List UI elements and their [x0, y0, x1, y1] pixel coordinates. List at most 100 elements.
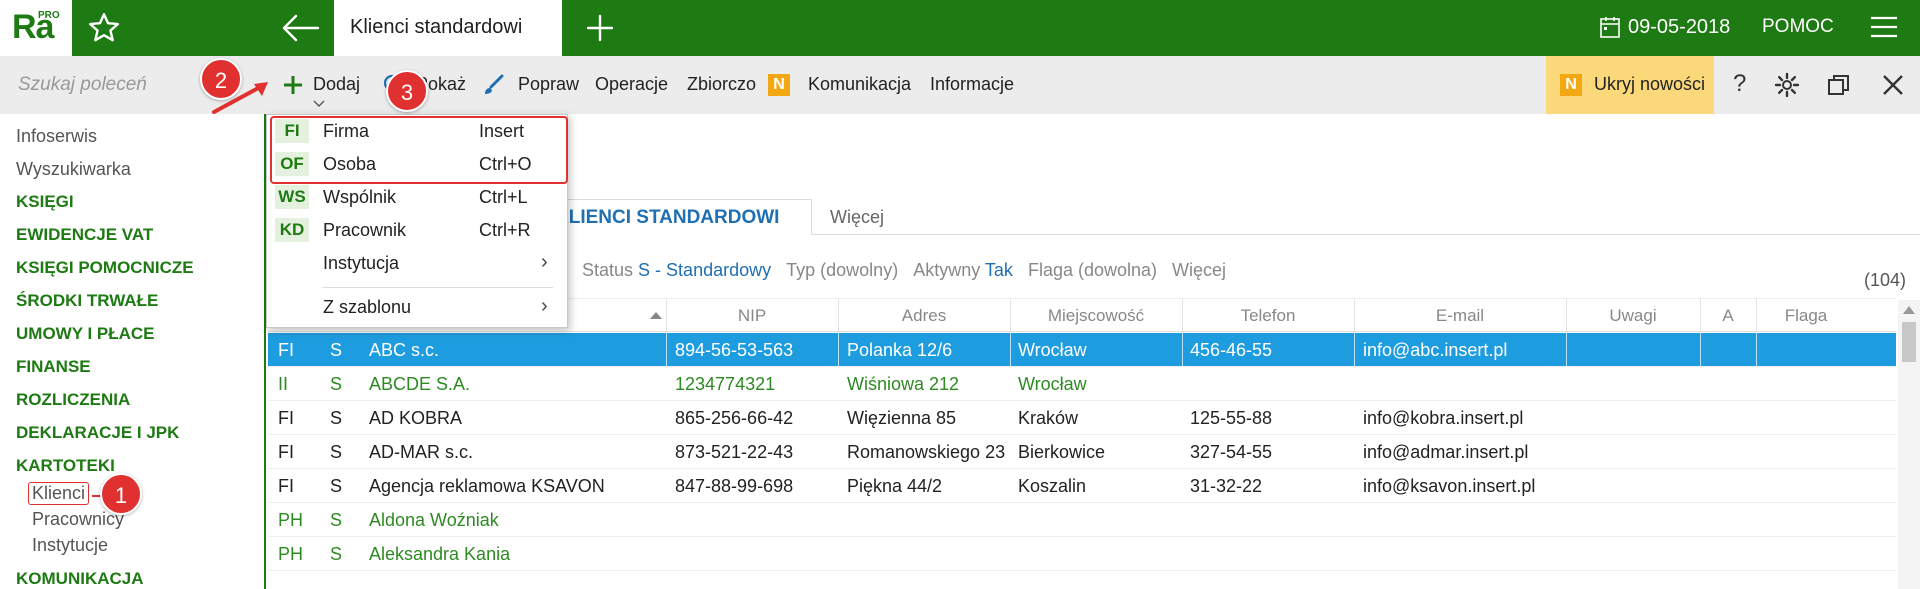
cell-s: S [330, 544, 343, 564]
col-miejscowosc[interactable]: Miejscowość [1010, 306, 1182, 326]
back-arrow-icon[interactable] [278, 12, 322, 44]
cell-city: Koszalin [1018, 476, 1087, 496]
col-adres[interactable]: Adres [838, 306, 1010, 326]
table-row[interactable]: FI S Agencja reklamowa KSAVON 847-88-99-698… [268, 469, 1896, 503]
new-badge: N [768, 74, 790, 96]
calendar-icon [1600, 17, 1620, 38]
table-row[interactable]: FI S ABC s.c. 894-56-53-563 Polanka 12/6 Wroc… [268, 333, 1896, 367]
cell-city: Bierkowice [1018, 442, 1106, 462]
chevron-down-icon [313, 100, 325, 107]
menu-item-shortcut: Ctrl+L [479, 187, 528, 207]
menu-code-badge: KD [275, 218, 309, 242]
menu-divider [323, 287, 553, 288]
cell-addr: Więzienna 85 [847, 408, 957, 428]
sidebar-item-ksiegi[interactable]: KSIĘGI [16, 192, 74, 212]
submenu-chevron-icon: › [541, 251, 548, 273]
col-uwagi[interactable]: Uwagi [1566, 306, 1700, 326]
filter-bar: Status S - Standardowy Typ (dowolny) Akt… [582, 260, 1226, 281]
tab-more[interactable]: Więcej [830, 207, 884, 228]
tab-klienci-standardowi[interactable]: Klienci standardowi [334, 0, 562, 56]
logo-sup: PRO [38, 10, 60, 21]
cell-separator [1700, 333, 1701, 367]
zbiorczo-button[interactable]: Zbiorczo [687, 74, 756, 95]
komunikacja-button[interactable]: Komunikacja [808, 74, 911, 95]
table-row[interactable]: FI S AD KOBRA 865-256-66-42 Więzienna 85 Krak… [268, 401, 1896, 435]
col-a[interactable]: A [1700, 306, 1756, 326]
new-tab-plus-icon[interactable] [584, 12, 616, 44]
cell-separator [1182, 333, 1183, 367]
popraw-button[interactable]: Popraw [518, 74, 579, 95]
sidebar-item-rozliczenia[interactable]: ROZLICZENIA [16, 390, 130, 410]
dodaj-button[interactable]: Dodaj [313, 74, 360, 95]
sidebar-item-komunikacja[interactable]: KOMUNIKACJA [16, 569, 144, 589]
cell-nip: 873-521-22-43 [675, 442, 794, 462]
sidebar-item-finanse[interactable]: FINANSE [16, 357, 91, 377]
sidebar-item-wyszukiwarka[interactable]: Wyszukiwarka [16, 159, 131, 180]
menu-item-instytucja[interactable]: Instytucja › [267, 247, 569, 280]
new-badge-ukryj: N [1560, 74, 1582, 96]
sidebar-item-ksiegi-pomocnicze[interactable]: KSIĘGI POMOCNICZE [16, 258, 194, 278]
app-logo[interactable]: Ra PRO [0, 0, 72, 56]
col-flaga[interactable]: Flaga [1756, 306, 1856, 326]
hide-news-label: Ukryj nowości [1594, 74, 1706, 94]
filter-aktywny[interactable]: Aktywny Tak [913, 260, 1013, 280]
sidebar-item-deklaracje-i-jpk[interactable]: DEKLARACJE I JPK [16, 423, 179, 443]
cell-name: ABC s.c. [369, 340, 440, 360]
menu-item-wspolnik[interactable]: WS Wspólnik Ctrl+L [267, 181, 569, 214]
table-row[interactable]: PH S Aldona Woźniak [268, 503, 1896, 537]
sidebar-item-infoserwis[interactable]: Infoserwis [16, 126, 97, 147]
col-nip[interactable]: NIP [666, 306, 838, 326]
filter-status-label: Status [582, 260, 634, 280]
sidebar-subitem-instytucje[interactable]: Instytucje [32, 535, 108, 556]
cell-nip: 865-256-66-42 [675, 408, 794, 428]
top-bar: Ra PRO Klienci standardowi 09-05-2018 PO… [0, 0, 1920, 56]
vertical-scrollbar[interactable] [1898, 300, 1920, 589]
cell-separator [1354, 333, 1355, 367]
cell-name: Aldona Woźniak [369, 510, 499, 530]
filter-wiecej[interactable]: Więcej [1172, 260, 1226, 280]
cell-city: Wrocław [1018, 374, 1087, 394]
filter-status[interactable]: Status S - Standardowy [582, 260, 771, 280]
scroll-thumb[interactable] [1902, 322, 1916, 362]
sidebar-item-srodki-trwale[interactable]: ŚRODKI TRWAŁE [16, 291, 158, 311]
hamburger-menu-icon[interactable] [1870, 16, 1898, 38]
cell-separator [666, 333, 667, 367]
gear-icon[interactable] [1774, 72, 1800, 98]
table-row[interactable]: FI S AD-MAR s.c. 873-521-22-43 Romanowskiego… [268, 435, 1896, 469]
close-icon[interactable] [1880, 72, 1906, 98]
sidebar-subitem-klienci[interactable]: Klienci [28, 482, 90, 505]
col-telefon[interactable]: Telefon [1182, 306, 1354, 326]
menu-item-pracownik[interactable]: KD Pracownik Ctrl+R [267, 214, 569, 247]
cell-nip: 894-56-53-563 [675, 340, 794, 360]
cell-tel: 125-55-88 [1190, 408, 1273, 428]
sidebar: Infoserwis Wyszukiwarka KSIĘGI EWIDENCJE… [0, 114, 266, 589]
filter-flaga[interactable]: Flaga (dowolna) [1028, 260, 1157, 280]
sidebar-item-kartoteki[interactable]: KARTOTEKI [16, 456, 115, 476]
cell-nip: 1234774321 [675, 374, 776, 394]
cell-addr: Wiśniowa 212 [847, 374, 960, 394]
operacje-button[interactable]: Operacje [595, 74, 668, 95]
cell-name: Aleksandra Kania [369, 544, 511, 564]
callout-badge-3: 3 [386, 70, 428, 112]
help-icon[interactable]: ? [1733, 70, 1746, 98]
star-icon[interactable] [86, 10, 122, 46]
tab-title: Klienci standardowi [350, 16, 523, 38]
informacje-button[interactable]: Informacje [930, 74, 1014, 95]
cell-s: S [330, 476, 343, 496]
col-email[interactable]: E-mail [1354, 306, 1566, 326]
table-row[interactable]: PH S Aleksandra Kania [268, 537, 1896, 571]
cell-addr: Polanka 12/6 [847, 340, 953, 360]
sidebar-item-umowy-i-place[interactable]: UMOWY I PŁACE [16, 324, 155, 344]
current-date: 09-05-2018 [1628, 16, 1731, 38]
hide-news-button[interactable]: N Ukryj nowości [1546, 56, 1714, 114]
sidebar-item-ewidencje-vat[interactable]: EWIDENCJE VAT [16, 225, 153, 245]
restore-window-icon[interactable] [1826, 72, 1852, 98]
table-row[interactable]: II S ABCDE S.A. 1234774321 Wiśniowa 212 Wrocł… [268, 367, 1896, 401]
cell-city: Kraków [1018, 408, 1079, 428]
cell-separator [838, 333, 839, 367]
help-link[interactable]: POMOC [1762, 16, 1834, 38]
menu-item-z-szablonu[interactable]: Z szablonu › [267, 291, 569, 324]
cell-s: S [330, 442, 343, 462]
filter-typ[interactable]: Typ (dowolny) [786, 260, 898, 280]
scroll-up-arrow-icon[interactable] [1903, 306, 1915, 314]
